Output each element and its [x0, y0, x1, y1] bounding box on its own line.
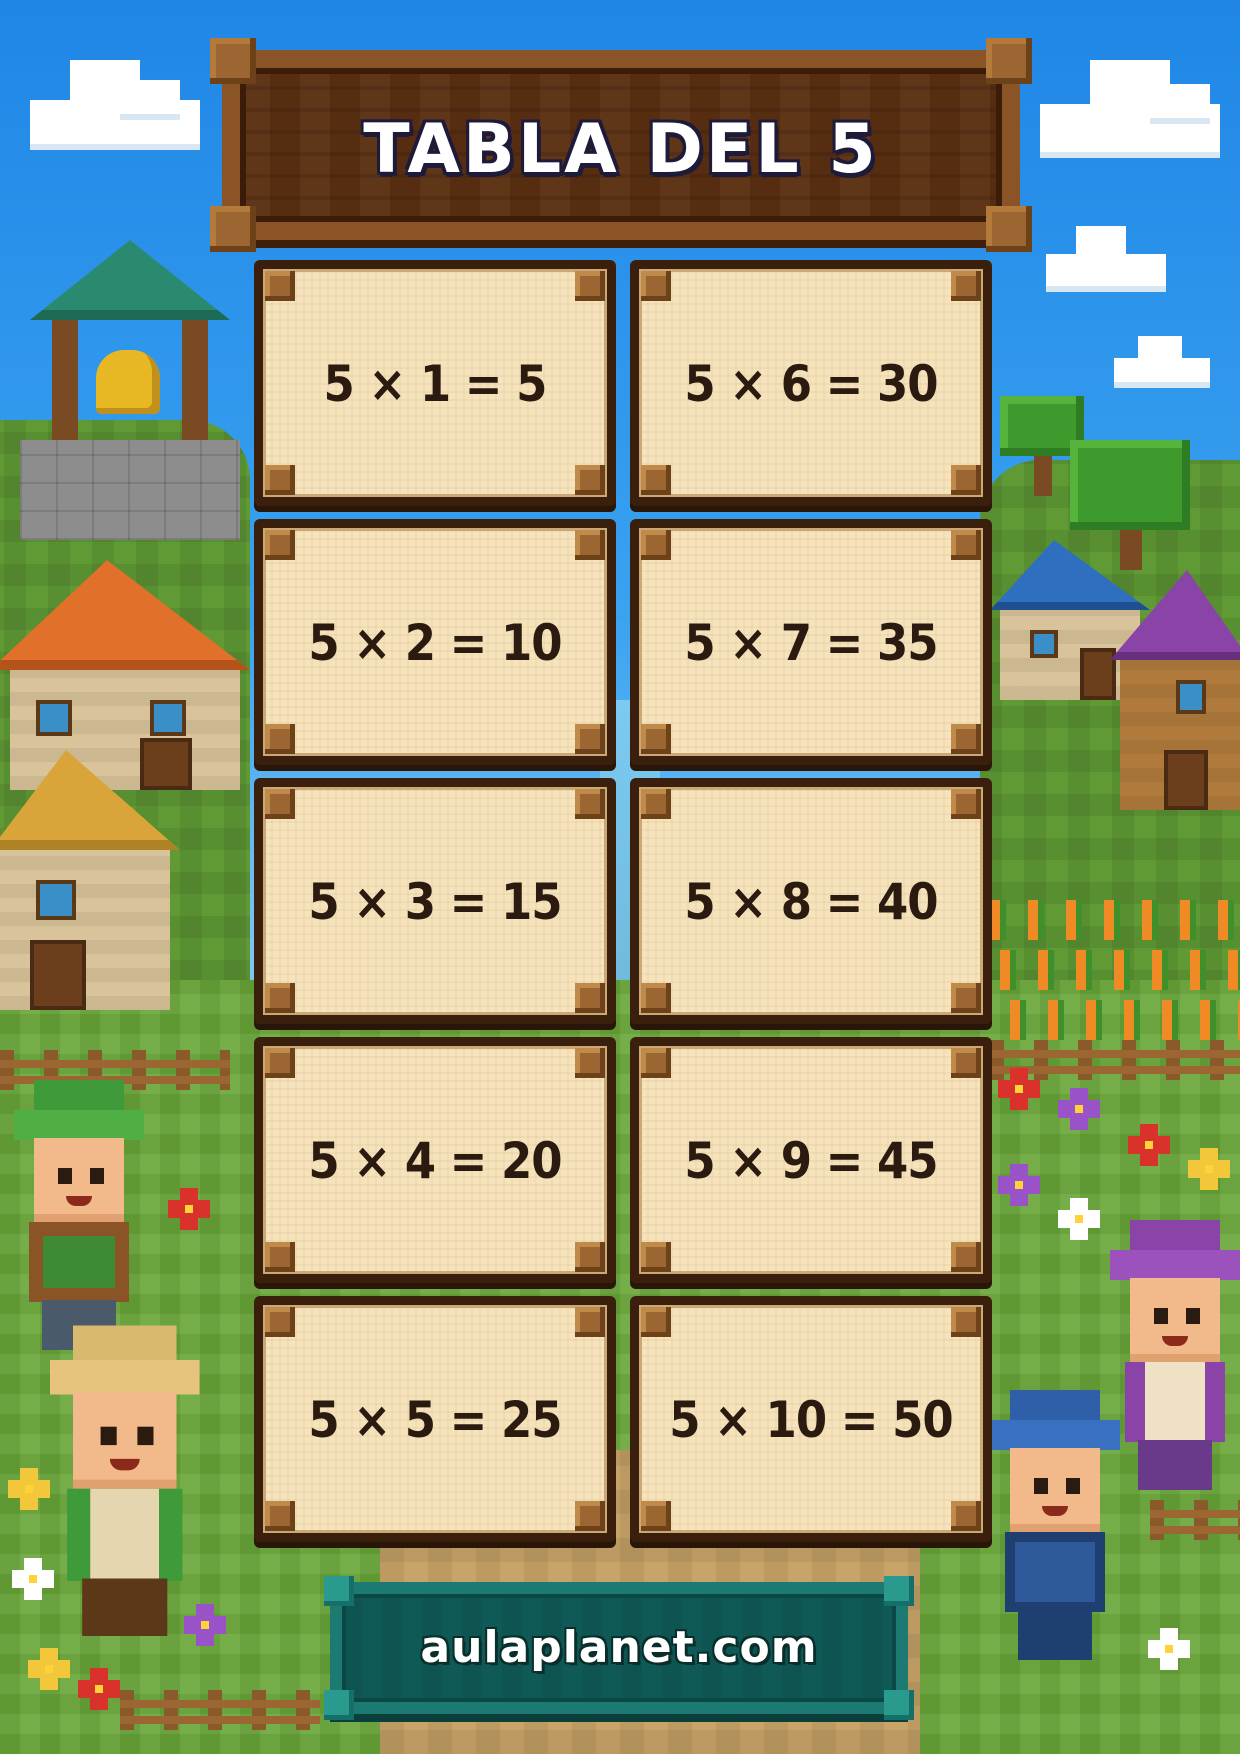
equation-text: 5 × 10 = 50 [669, 1391, 953, 1449]
house-icon [0, 750, 180, 1010]
equation-text: 5 × 6 = 30 [684, 355, 938, 413]
flower-icon [180, 1200, 198, 1218]
carrot-icon [990, 900, 1240, 940]
cloud-icon [30, 60, 200, 170]
carrot-icon [1000, 950, 1240, 990]
table-card: 5 × 9 = 45 [630, 1037, 992, 1283]
flower-icon [20, 1480, 38, 1498]
flower-icon [1070, 1100, 1088, 1118]
flower-icon [90, 1680, 108, 1698]
title-banner: TABLA DEL 5 [210, 38, 1032, 252]
footer-sign: aulaplanet.com [324, 1576, 914, 1720]
house-icon [1110, 570, 1240, 810]
farmer-character-icon [50, 1325, 200, 1636]
equation-text: 5 × 7 = 35 [684, 614, 938, 672]
fence-icon [990, 1040, 1240, 1080]
bell-tower-icon [20, 240, 240, 540]
flower-icon [1070, 1210, 1088, 1228]
table-card: 5 × 2 = 10 [254, 519, 616, 765]
website-link[interactable]: aulaplanet.com [342, 1622, 896, 1673]
flower-icon [40, 1660, 58, 1678]
equation-text: 5 × 4 = 20 [308, 1132, 562, 1190]
fence-icon [1150, 1500, 1240, 1540]
cloud-icon [1046, 226, 1166, 296]
equation-text: 5 × 1 = 5 [323, 355, 548, 413]
cloud-icon [1040, 60, 1220, 170]
equation-text: 5 × 3 = 15 [308, 873, 562, 931]
equation-text: 5 × 8 = 40 [684, 873, 938, 931]
carrot-icon [1010, 1000, 1240, 1040]
farmer-character-icon [14, 1080, 144, 1350]
cloud-icon [1114, 336, 1210, 392]
fence-icon [120, 1690, 320, 1730]
flower-icon [1010, 1080, 1028, 1098]
flower-icon [1010, 1176, 1028, 1194]
table-card: 5 × 3 = 15 [254, 778, 616, 1024]
equation-text: 5 × 5 = 25 [308, 1391, 562, 1449]
equation-text: 5 × 2 = 10 [308, 614, 562, 672]
flower-icon [24, 1570, 42, 1588]
table-card: 5 × 5 = 25 [254, 1296, 616, 1542]
table-card: 5 × 4 = 20 [254, 1037, 616, 1283]
flower-icon [1140, 1136, 1158, 1154]
flower-icon [1160, 1640, 1178, 1658]
table-card: 5 × 6 = 30 [630, 260, 992, 506]
page-title: TABLA DEL 5 [363, 110, 879, 189]
table-card: 5 × 8 = 40 [630, 778, 992, 1024]
bell-icon [96, 350, 160, 414]
background-scene [0, 0, 1240, 1754]
table-card: 5 × 10 = 50 [630, 1296, 992, 1542]
flower-icon [1200, 1160, 1218, 1178]
table-card: 5 × 7 = 35 [630, 519, 992, 765]
farmer-character-icon [1110, 1220, 1240, 1490]
table-card: 5 × 1 = 5 [254, 260, 616, 506]
farmer-character-icon [990, 1390, 1120, 1660]
equation-text: 5 × 9 = 45 [684, 1132, 938, 1190]
